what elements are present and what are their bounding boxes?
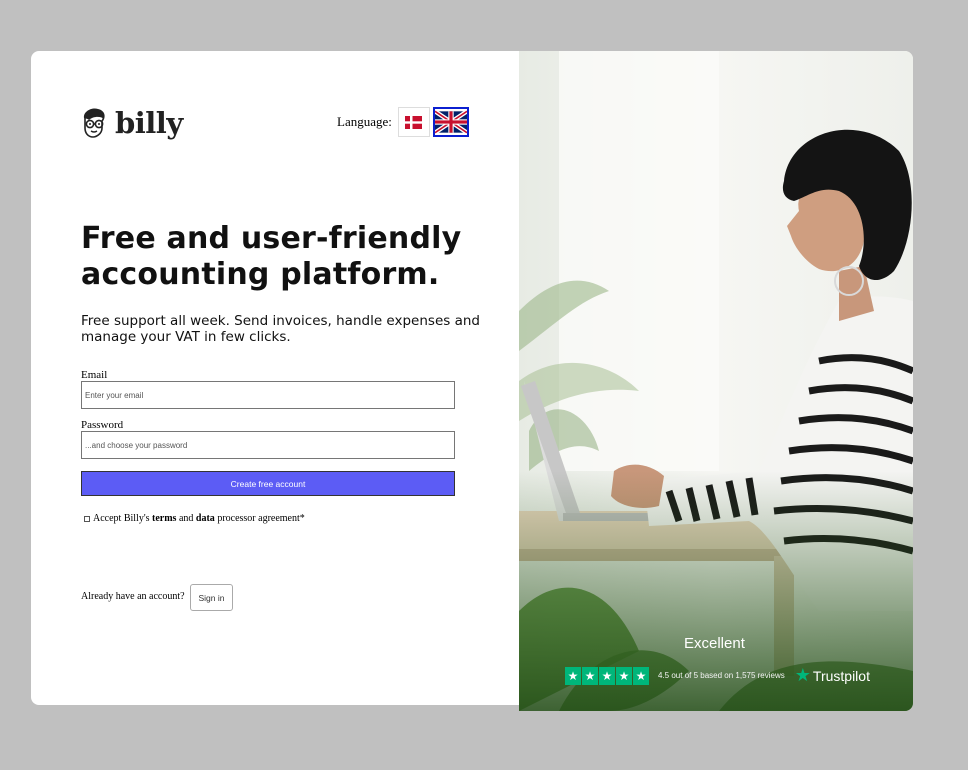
language-switcher: Language: [337, 107, 472, 137]
create-account-button[interactable]: Create free account [81, 471, 455, 496]
terms-link[interactable]: terms [152, 513, 176, 524]
trustpilot-rating-word: Excellent [684, 635, 745, 652]
brand-logo[interactable]: billy [81, 106, 183, 140]
trustpilot-widget[interactable]: ★ ★ ★ ★ ★ 4.5 out of 5 based on 1,575 re… [565, 665, 870, 686]
accept-and: and [178, 513, 194, 524]
page-subtitle: Free support all week. Send invoices, ha… [81, 313, 480, 345]
star-icon: ★ [633, 666, 649, 685]
trustpilot-summary: 4.5 out of 5 based on 1,575 reviews [658, 671, 785, 680]
trustpilot-star-icon: ★ [794, 665, 811, 685]
trustpilot-brand: Trustpilot [812, 667, 870, 684]
language-label: Language: [337, 114, 392, 129]
woman-at-laptop-illustration [519, 51, 913, 711]
signup-card: billy Language: Free and user-friendly a… [31, 51, 913, 711]
star-icon: ★ [599, 666, 615, 685]
hero-photo: Excellent ★ ★ ★ ★ ★ 4.5 out of 5 based o… [519, 51, 913, 711]
email-field[interactable]: Enter your email [81, 381, 455, 409]
signup-panel: billy Language: Free and user-friendly a… [31, 51, 519, 705]
accept-prefix: Accept Billy's [93, 513, 150, 524]
accept-terms-row: Accept Billy's terms and data processor … [84, 513, 305, 524]
danish-flag-icon [405, 115, 423, 129]
star-icon: ★ [565, 666, 581, 685]
accept-terms-checkbox[interactable] [84, 515, 90, 522]
star-icon: ★ [616, 666, 632, 685]
billy-mascot-icon [83, 108, 105, 138]
trustpilot-stars: ★ ★ ★ ★ ★ [565, 666, 650, 685]
sign-in-button[interactable]: Sign in [190, 584, 233, 611]
email-label: Email [81, 369, 108, 381]
password-label: Password [81, 419, 124, 431]
star-icon: ★ [582, 666, 598, 685]
signin-prompt: Already have an account? [81, 591, 185, 602]
language-english-button[interactable] [432, 107, 469, 137]
brand-name: billy [115, 106, 183, 140]
language-danish-button[interactable] [397, 107, 430, 137]
page-headline: Free and user-friendly accounting platfo… [81, 221, 462, 292]
data-link[interactable]: data [196, 513, 215, 524]
password-field[interactable]: ...and choose your password [81, 431, 455, 459]
uk-flag-icon [434, 109, 467, 135]
trustpilot-logo: ★ Trustpilot [795, 665, 870, 686]
accept-suffix: processor agreement* [217, 513, 305, 524]
